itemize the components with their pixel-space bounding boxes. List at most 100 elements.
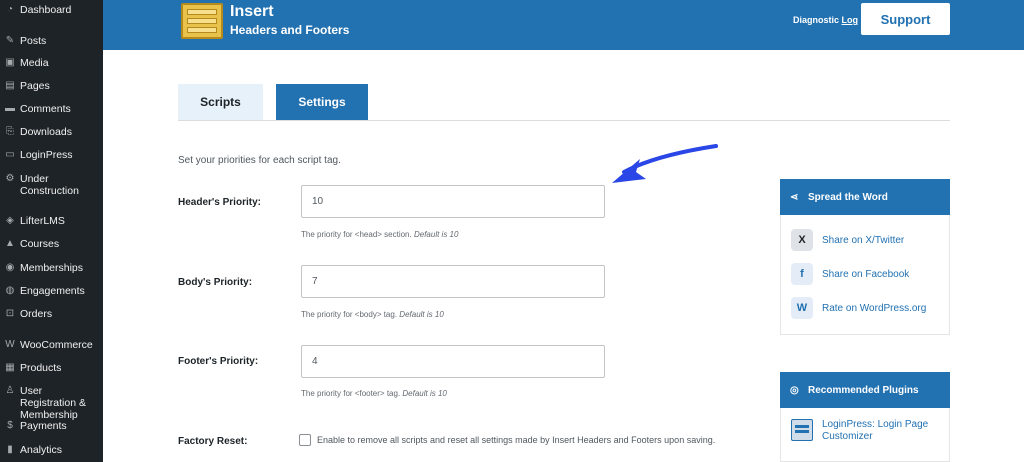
loginpress-plugin-icon xyxy=(791,419,813,441)
sidebar-item-label: Posts xyxy=(20,35,47,47)
footer-priority-label: Footer's Priority: xyxy=(178,356,259,367)
sidebar-item-user-registration[interactable]: ♙ User Registration & Membership xyxy=(0,385,103,421)
spread-the-word-header: ⋖ Spread the Word xyxy=(780,179,950,215)
footer-priority-help-text: The priority for <footer> tag. xyxy=(301,389,401,398)
sidebar-item-label: Payments xyxy=(20,420,67,432)
sidebar-item-media[interactable]: ▣ Media xyxy=(0,57,103,69)
body-priority-label: Body's Priority: xyxy=(178,277,253,288)
settings-panel: Scripts Settings Set your priorities for… xyxy=(103,50,1024,462)
body-priority-default: Default is 10 xyxy=(399,310,444,319)
footer-priority-default: Default is 10 xyxy=(402,389,447,398)
engagements-icon: ◍ xyxy=(5,285,15,296)
share-x-twitter-link[interactable]: X Share on X/Twitter xyxy=(791,229,904,251)
share-x-twitter-label: Share on X/Twitter xyxy=(822,234,905,246)
factory-reset-label: Factory Reset: xyxy=(178,436,248,447)
x-twitter-icon: X xyxy=(791,229,813,251)
sidebar-item-under-construction[interactable]: ⚙ Under Construction xyxy=(0,173,103,197)
sidebar-item-posts[interactable]: ✎ Posts xyxy=(0,35,103,47)
sidebar-item-memberships[interactable]: ◉ Memberships xyxy=(0,262,103,274)
sidebar-item-courses[interactable]: ▲ Courses xyxy=(0,238,103,250)
header-priority-input[interactable] xyxy=(301,185,605,218)
pages-icon: ▤ xyxy=(5,80,15,91)
payments-icon: $ xyxy=(7,420,13,431)
sidebar-item-label: Engagements xyxy=(20,285,85,297)
header-priority-help-text: The priority for <head> section. xyxy=(301,230,412,239)
plugin-title: Insert xyxy=(230,3,274,20)
rate-wordpress-label: Rate on WordPress.org xyxy=(822,302,927,314)
user-registration-icon: ♙ xyxy=(5,385,15,396)
sidebar-item-payments[interactable]: $ Payments xyxy=(0,420,103,432)
sidebar-item-downloads[interactable]: ⎘ Downloads xyxy=(0,126,103,138)
tab-divider xyxy=(178,120,950,121)
sidebar-item-lifterlms[interactable]: ◈ LifterLMS xyxy=(0,215,103,227)
diagnostic-log-underlined: Log xyxy=(841,15,859,25)
sidebar-item-label: WooCommerce xyxy=(20,339,93,351)
woocommerce-icon: W xyxy=(5,339,15,350)
sidebar-item-label: Dashboard xyxy=(20,4,72,16)
rate-wordpress-link[interactable]: W Rate on WordPress.org xyxy=(791,297,926,319)
tab-scripts[interactable]: Scripts xyxy=(178,84,263,120)
factory-reset-checkbox[interactable] xyxy=(299,434,311,446)
sidebar-item-label: Pages xyxy=(20,80,50,92)
sidebar-item-dashboard[interactable]: ◔ Dashboard xyxy=(0,4,103,16)
facebook-icon: f xyxy=(791,263,813,285)
dashboard-icon: ◔ xyxy=(6,4,14,15)
footer-priority-input[interactable] xyxy=(301,345,605,378)
header-priority-label: Header's Priority: xyxy=(178,197,261,208)
sidebar-item-label: Products xyxy=(20,362,62,374)
footer-priority-help: The priority for <footer> tag. Default i… xyxy=(301,389,447,398)
sidebar-item-products[interactable]: ▦ Products xyxy=(0,362,103,374)
downloads-icon: ⎘ xyxy=(6,126,14,137)
sidebar-item-label: Media xyxy=(20,57,49,69)
header-priority-help: The priority for <head> section. Default… xyxy=(301,230,458,239)
plugin-subtitle: Headers and Footers xyxy=(230,23,350,37)
sidebar-item-label: Downloads xyxy=(20,126,72,138)
sidebar-item-label: LoginPress xyxy=(20,149,73,161)
diagnostic-log-link[interactable]: Diagnostic Log xyxy=(793,15,858,25)
support-button[interactable]: Support xyxy=(861,3,950,35)
recommended-plugin-label: LoginPress: Login Page Customizer xyxy=(822,419,929,442)
tab-settings[interactable]: Settings xyxy=(276,84,368,120)
sidebar-item-label: Comments xyxy=(20,103,71,115)
lifterlms-icon: ◈ xyxy=(6,215,14,226)
recommended-plugin-loginpress[interactable]: LoginPress: Login Page Customizer xyxy=(791,419,932,443)
recommended-plugins-header: ◎ Recommended Plugins xyxy=(780,372,950,408)
sidebar-item-pages[interactable]: ▤ Pages xyxy=(0,80,103,92)
memberships-icon: ◉ xyxy=(5,262,15,273)
sidebar-item-label: User Registration & Membership xyxy=(20,385,86,421)
admin-sidebar: ◔ Dashboard ✎ Posts ▣ Media ▤ Pages ▬ Comment… xyxy=(0,0,103,462)
media-icon: ▣ xyxy=(5,57,15,68)
share-facebook-label: Share on Facebook xyxy=(822,268,910,280)
courses-icon: ▲ xyxy=(5,238,15,249)
spread-the-word-body: X Share on X/Twitter f Share on Facebook… xyxy=(780,215,950,335)
sidebar-item-analytics[interactable]: ▮ Analytics xyxy=(0,444,103,456)
share-facebook-link[interactable]: f Share on Facebook xyxy=(791,263,909,285)
sidebar-item-orders[interactable]: ⊡ Orders xyxy=(0,308,103,320)
products-icon: ▦ xyxy=(5,362,15,373)
gear-icon: ⚙ xyxy=(5,173,15,184)
body-priority-help: The priority for <body> tag. Default is … xyxy=(301,310,444,319)
body-priority-input[interactable] xyxy=(301,265,605,298)
settings-intro: Set your priorities for each script tag. xyxy=(178,155,341,166)
factory-reset-description: Enable to remove all scripts and reset a… xyxy=(317,435,716,445)
sidebar-item-label: Courses xyxy=(20,238,60,250)
sidebar-item-loginpress[interactable]: ▭ LoginPress xyxy=(0,149,103,161)
pin-icon: ✎ xyxy=(5,35,15,46)
loginpress-icon: ▭ xyxy=(5,149,15,160)
plugin-logo-icon xyxy=(181,3,223,39)
sidebar-item-engagements[interactable]: ◍ Engagements xyxy=(0,285,103,297)
wordpress-icon: W xyxy=(791,297,813,319)
analytics-icon: ▮ xyxy=(7,444,13,455)
spread-the-word-title: Spread the Word xyxy=(808,191,888,203)
sidebar-item-label: Memberships xyxy=(20,262,84,274)
share-icon: ⋖ xyxy=(790,191,799,203)
sidebar-item-label: Under Construction xyxy=(20,173,79,197)
cart-icon: ⊡ xyxy=(5,308,15,319)
sidebar-item-label: Orders xyxy=(20,308,53,320)
plugin-icon: ◎ xyxy=(790,384,799,396)
sidebar-item-comments[interactable]: ▬ Comments xyxy=(0,103,103,115)
diagnostic-log-prefix: Diagnostic xyxy=(793,15,842,25)
sidebar-item-label: LifterLMS xyxy=(20,215,65,227)
sidebar-item-woocommerce[interactable]: W WooCommerce xyxy=(0,339,103,351)
body-priority-help-text: The priority for <body> tag. xyxy=(301,310,398,319)
